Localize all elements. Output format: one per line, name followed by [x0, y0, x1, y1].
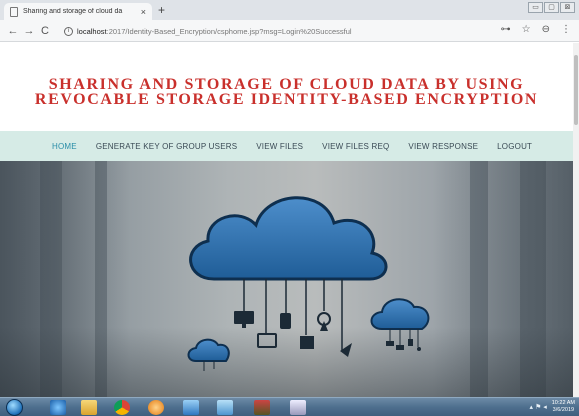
nav-view-response[interactable]: VIEW RESPONSE [408, 142, 478, 151]
key-icon[interactable]: ⊶ [501, 24, 511, 35]
start-button[interactable] [6, 399, 23, 416]
bookmark-star-icon[interactable]: ☆ [522, 24, 531, 35]
ie-icon[interactable] [50, 400, 66, 415]
media-icon[interactable] [148, 400, 164, 415]
toolbar-actions: ⊶ ☆ ⊖ ⋮ [501, 24, 571, 35]
account-icon[interactable]: ⊖ [542, 24, 550, 35]
close-window-button[interactable]: ⊠ [560, 2, 575, 13]
device-icons [234, 311, 352, 357]
url-host: localhost [77, 26, 107, 36]
maximize-button[interactable]: ▢ [544, 2, 559, 13]
app-icon[interactable] [183, 400, 199, 415]
new-tab-button[interactable]: + [158, 3, 165, 17]
info-icon[interactable]: i [64, 26, 73, 36]
url-path: :2017/Identity-Based_Encryption/csphome.… [106, 26, 352, 36]
forward-button[interactable]: → [21, 25, 37, 37]
minimize-button[interactable]: ▭ [528, 2, 543, 13]
back-button[interactable]: ← [5, 25, 21, 37]
windows-taskbar: ▴ ⚑ ◂ 10:22 AM 3/6/2019 [0, 397, 579, 416]
scrollbar-thumb[interactable] [574, 55, 578, 125]
app-icon-2[interactable] [217, 400, 233, 415]
small-cloud-left-icon [187, 338, 230, 371]
system-tray: ▴ ⚑ ◂ 10:22 AM 3/6/2019 [530, 400, 575, 414]
close-tab-icon[interactable]: × [141, 7, 146, 17]
nav-generate-key[interactable]: GENERATE KEY OF GROUP USERS [96, 142, 237, 151]
clock[interactable]: 10:22 AM 3/6/2019 [552, 400, 575, 414]
clock-time: 10:22 AM [551, 400, 575, 406]
main-navbar: HOME GENERATE KEY OF GROUP USERS VIEW FI… [0, 131, 573, 161]
tab-title: Sharing and storage of cloud da [23, 8, 123, 15]
url-text: localhost:2017/Identity-Based_Encryption… [77, 27, 352, 36]
app-icon-3[interactable] [254, 400, 270, 415]
page-icon [10, 6, 18, 17]
web-page: SHARING AND STORAGE OF CLOUD DATA BY USI… [0, 43, 573, 397]
tray-icons[interactable]: ▴ ⚑ ◂ [530, 403, 547, 411]
clock-date: 3/6/2019 [552, 407, 575, 413]
window-controls: ▭ ▢ ⊠ [528, 2, 575, 13]
app-icon-4[interactable] [290, 400, 306, 415]
nav-home[interactable]: HOME [52, 142, 77, 151]
reload-button[interactable]: C [37, 25, 53, 37]
hero-image [0, 161, 573, 397]
small-cloud-right-icon [370, 298, 430, 351]
main-cloud-icon [189, 196, 388, 281]
cloud-network-icon [187, 196, 430, 371]
browser-toolbar: ← → C i localhost:2017/Identity-Based_En… [0, 20, 579, 42]
nav-view-files[interactable]: VIEW FILES [256, 142, 303, 151]
explorer-icon[interactable] [81, 400, 97, 415]
page-title: SHARING AND STORAGE OF CLOUD DATA BY USI… [34, 76, 539, 108]
menu-icon[interactable]: ⋮ [561, 24, 571, 35]
browser-tabstrip: Sharing and storage of cloud da × + ▭ ▢ … [0, 0, 579, 20]
nav-logout[interactable]: LOGOUT [497, 142, 532, 151]
browser-tab[interactable]: Sharing and storage of cloud da × [4, 3, 152, 20]
nav-view-files-req[interactable]: VIEW FILES REQ [322, 142, 389, 151]
chrome-icon[interactable] [114, 400, 130, 415]
address-bar[interactable]: i localhost:2017/Identity-Based_Encrypti… [64, 23, 494, 39]
page-scrollbar[interactable] [573, 43, 579, 397]
